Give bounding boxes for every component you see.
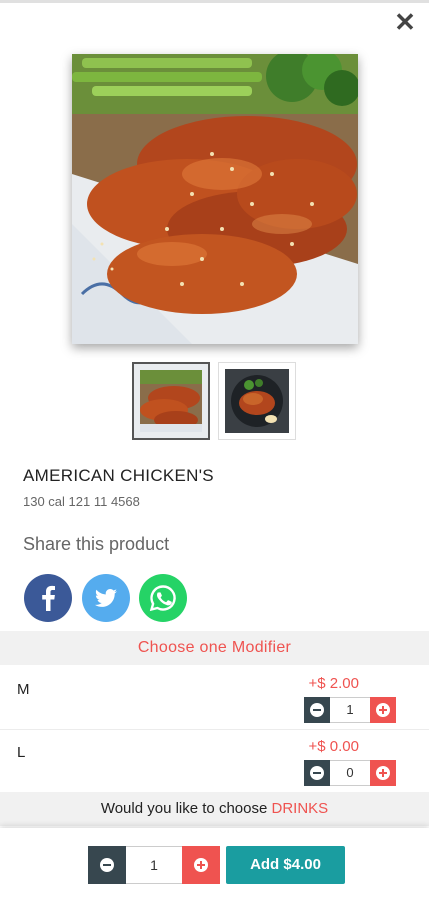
facebook-icon (42, 585, 55, 611)
product-name: AMERICAN CHICKEN'S (23, 466, 214, 485)
minus-icon (100, 858, 114, 872)
plus-icon (376, 766, 390, 780)
modifier-stepper: 0 (304, 760, 396, 786)
cart-quantity-value[interactable]: 1 (126, 846, 182, 884)
cart-quantity-stepper: 1 (88, 846, 220, 884)
increment-button[interactable] (370, 697, 396, 723)
whatsapp-share-button[interactable] (139, 574, 187, 622)
thumbnail-1[interactable] (132, 362, 210, 440)
modifier-stepper: 1 (304, 697, 396, 723)
whatsapp-icon (149, 585, 176, 612)
facebook-share-button[interactable] (24, 574, 72, 622)
modifier-row: L +$ 0.00 0 (0, 730, 429, 793)
plus-icon (376, 703, 390, 717)
modifier-price: +$ 2.00 (308, 675, 359, 692)
close-button[interactable]: ✕ (393, 7, 417, 37)
cart-bar: 1 Add $4.00 (0, 828, 429, 900)
minus-icon (310, 766, 324, 780)
drinks-accent: DRINKS (271, 800, 329, 817)
quantity-value[interactable]: 1 (330, 697, 370, 723)
product-meta: 130 cal 121 11 4568 (23, 494, 140, 509)
decrement-button[interactable] (304, 760, 330, 786)
top-divider (0, 0, 429, 3)
close-icon: ✕ (394, 7, 416, 37)
plus-icon (194, 858, 208, 872)
quantity-value[interactable]: 0 (330, 760, 370, 786)
decrement-button[interactable] (304, 697, 330, 723)
modifier-heading: Choose one Modifier (0, 631, 429, 665)
twitter-icon (95, 589, 117, 607)
add-to-cart-button[interactable]: Add $4.00 (226, 846, 345, 884)
product-image (72, 54, 358, 344)
cart-increment-button[interactable] (182, 846, 220, 884)
minus-icon (310, 703, 324, 717)
drinks-heading: Would you like to choose DRINKS (0, 792, 429, 826)
twitter-share-button[interactable] (82, 574, 130, 622)
cart-decrement-button[interactable] (88, 846, 126, 884)
modifier-label: L (17, 744, 26, 761)
modifier-price: +$ 0.00 (308, 738, 359, 755)
thumbnail-2[interactable] (218, 362, 296, 440)
increment-button[interactable] (370, 760, 396, 786)
modifier-label: M (17, 681, 30, 698)
modifier-row: M +$ 2.00 1 (0, 665, 429, 730)
drinks-prefix: Would you like to choose (100, 800, 272, 817)
share-title: Share this product (23, 534, 170, 554)
